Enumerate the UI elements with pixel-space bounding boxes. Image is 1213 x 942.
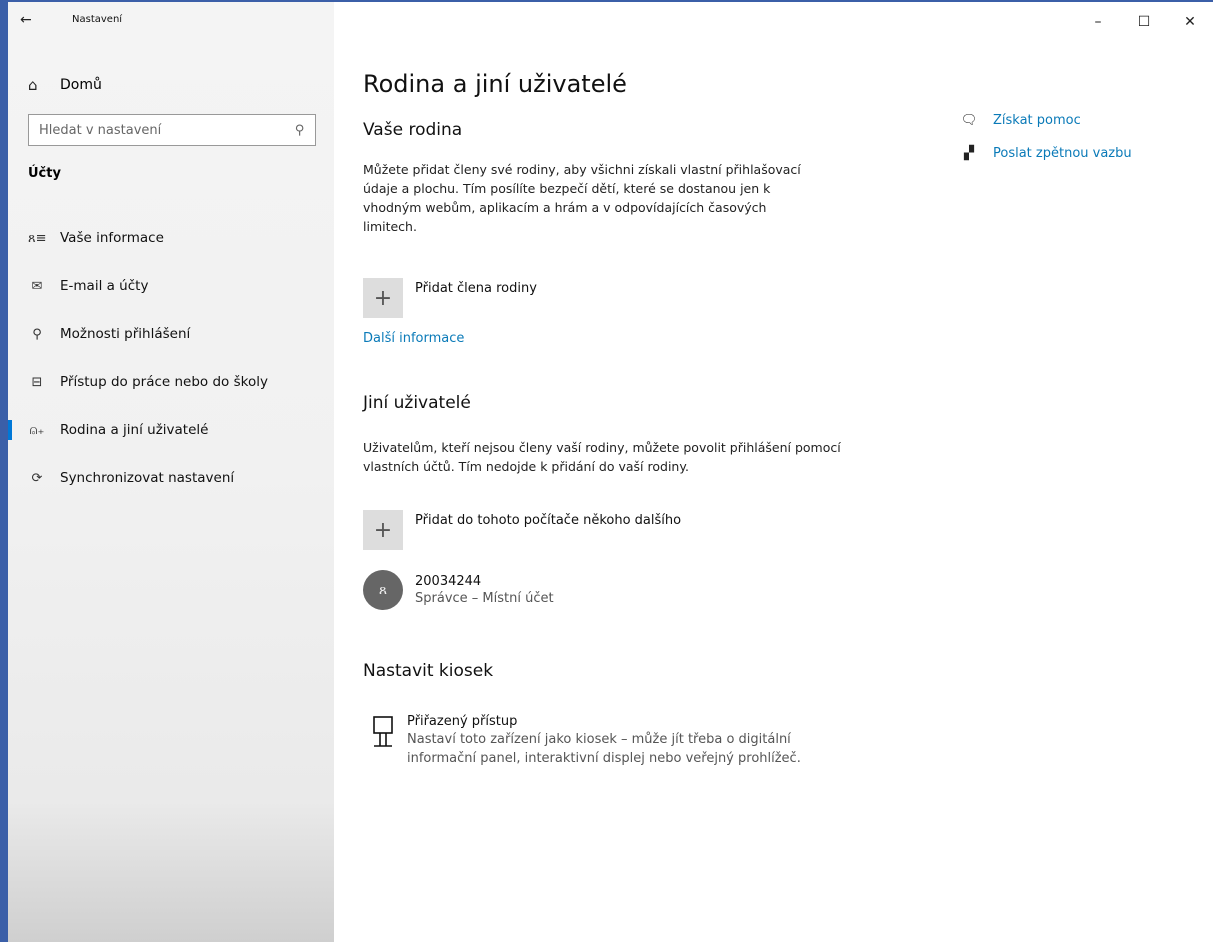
- window-controls: – ☐ ✕: [1075, 2, 1213, 42]
- close-button[interactable]: ✕: [1167, 2, 1213, 42]
- kiosk-icon: [363, 714, 403, 748]
- sidebar-item-label: Možnosti přihlášení: [60, 326, 191, 342]
- briefcase-icon: ⊟: [31, 374, 43, 390]
- kiosk-description: Nastaví toto zařízení jako kiosek – může…: [407, 732, 801, 766]
- add-family-member-button[interactable]: + Přidat člena rodiny: [363, 278, 537, 318]
- section-label: Účty: [28, 166, 61, 181]
- sidebar-item-family-users[interactable]: ⍝₊ Rodina a jiní uživatelé: [8, 406, 334, 454]
- user-role: Správce – Místní účet: [415, 591, 554, 606]
- sidebar-item-email-accounts[interactable]: ✉ E-mail a účty: [8, 262, 334, 310]
- family-heading: Vaše rodina: [363, 120, 463, 140]
- person-card-icon: ጸ≡: [28, 230, 47, 246]
- sidebar-item-sync-settings[interactable]: ⟳ Synchronizovat nastavení: [8, 454, 334, 502]
- nav-home-label: Domů: [60, 77, 102, 93]
- feedback-icon: ▞: [964, 146, 974, 161]
- sidebar: ← Nastavení ⌂ Domů ⚲ Účty ጸ≡ Vaše inform…: [8, 2, 334, 942]
- sidebar-item-label: Rodina a jiní uživatelé: [60, 422, 209, 438]
- add-other-user-label: Přidat do tohoto počítače někoho dalšího: [415, 513, 682, 528]
- user-name: 20034244: [415, 574, 482, 589]
- add-person-icon: ⍝₊: [29, 422, 45, 438]
- sidebar-item-label: E-mail a účty: [60, 278, 149, 294]
- other-users-description: Uživatelům, kteří nejsou členy vaší rodi…: [363, 440, 841, 474]
- window-title: Nastavení: [72, 14, 123, 25]
- other-users-heading: Jiní uživatelé: [363, 393, 471, 413]
- key-icon: ⚲: [32, 326, 42, 342]
- sidebar-item-label: Vaše informace: [60, 230, 164, 246]
- search-box[interactable]: ⚲: [28, 114, 316, 146]
- back-arrow-icon[interactable]: ←: [20, 12, 32, 28]
- home-icon: ⌂: [28, 76, 38, 94]
- main-content: – ☐ ✕ Rodina a jiní uživatelé Vaše rodin…: [334, 2, 1213, 942]
- get-help-label: Získat pomoc: [993, 113, 1081, 128]
- user-account-row[interactable]: ጸ 20034244 Správce – Místní účet: [363, 570, 554, 610]
- more-info-link[interactable]: Další informace: [363, 331, 464, 346]
- page-title: Rodina a jiní uživatelé: [363, 70, 627, 98]
- add-family-member-label: Přidat člena rodiny: [415, 281, 537, 296]
- plus-icon: +: [363, 278, 403, 318]
- plus-icon: +: [363, 510, 403, 550]
- sidebar-item-sign-in-options[interactable]: ⚲ Možnosti přihlášení: [8, 310, 334, 358]
- search-input[interactable]: [39, 122, 296, 138]
- nav-list: ጸ≡ Vaše informace ✉ E-mail a účty ⚲ Možn…: [8, 214, 334, 502]
- kiosk-heading: Nastavit kiosek: [363, 661, 494, 681]
- minimize-button[interactable]: –: [1075, 2, 1121, 42]
- kiosk-title: Přiřazený přístup: [407, 714, 518, 729]
- feedback-link[interactable]: ▞ Poslat zpětnou vazbu: [959, 146, 1132, 161]
- feedback-label: Poslat zpětnou vazbu: [993, 146, 1132, 161]
- nav-home[interactable]: ⌂ Domů: [28, 76, 102, 94]
- sidebar-item-your-info[interactable]: ጸ≡ Vaše informace: [8, 214, 334, 262]
- sidebar-item-label: Přístup do práce nebo do školy: [60, 374, 268, 390]
- get-help-link[interactable]: 🗨 Získat pomoc: [959, 113, 1081, 128]
- search-icon[interactable]: ⚲: [295, 123, 305, 138]
- settings-window: ← Nastavení ⌂ Domů ⚲ Účty ጸ≡ Vaše inform…: [0, 0, 1213, 942]
- assigned-access-button[interactable]: Přiřazený přístup Nastaví toto zařízení …: [363, 714, 807, 768]
- mail-icon: ✉: [31, 278, 43, 294]
- sync-icon: ⟳: [31, 470, 43, 486]
- avatar: ጸ: [363, 570, 403, 610]
- chat-help-icon: 🗨: [960, 113, 978, 128]
- sidebar-item-label: Synchronizovat nastavení: [60, 470, 235, 486]
- family-description: Můžete přidat členy své rodiny, aby všic…: [363, 162, 801, 234]
- sidebar-item-work-school[interactable]: ⊟ Přístup do práce nebo do školy: [8, 358, 334, 406]
- add-other-user-button[interactable]: + Přidat do tohoto počítače někoho další…: [363, 510, 681, 550]
- maximize-button[interactable]: ☐: [1121, 2, 1167, 42]
